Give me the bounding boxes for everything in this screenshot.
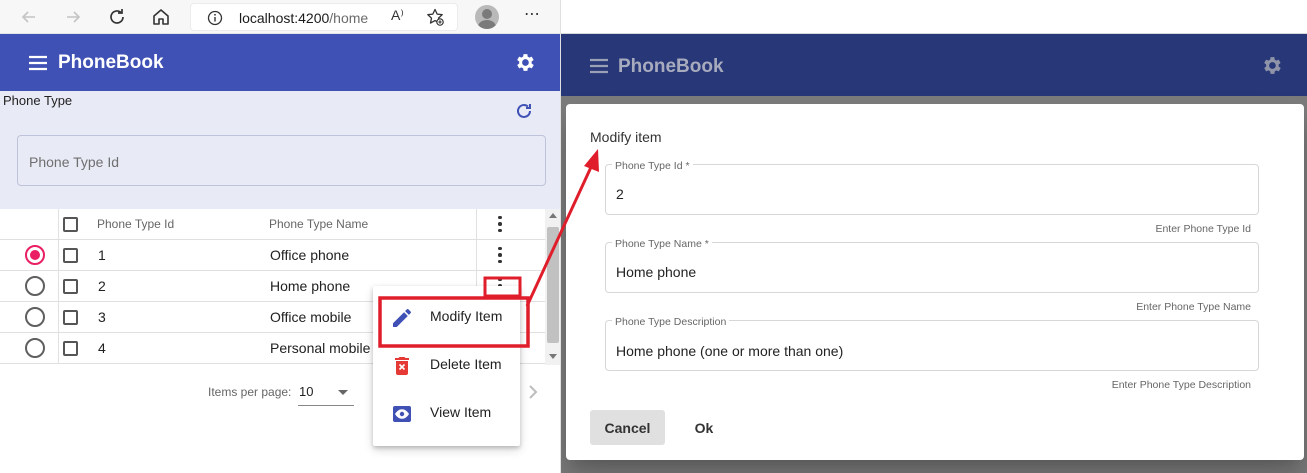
header-more-icon[interactable] [493, 215, 507, 233]
back-arrow-icon[interactable] [16, 4, 42, 30]
row-context-menu: Modify Item Delete Item View Item [373, 286, 520, 446]
cell-name: Office mobile [270, 309, 352, 325]
more-menu-icon[interactable]: ⋯ [524, 4, 541, 24]
favorites-star-icon[interactable] [422, 4, 448, 30]
field-hint: Enter Phone Type Id [1155, 223, 1251, 235]
row-checkbox[interactable] [63, 247, 78, 263]
field-hint: Enter Phone Type Name [1136, 301, 1251, 313]
items-per-page-select[interactable]: 10 [298, 378, 354, 406]
scroll-thumb[interactable] [547, 227, 559, 343]
row-radio[interactable] [25, 307, 45, 327]
cell-name: Home phone [270, 278, 351, 294]
row-checkbox[interactable] [63, 340, 78, 356]
items-per-page-value: 10 [299, 384, 314, 399]
right-pane-app-window: PhoneBook Modify item Phone Type Id * 2 … [561, 0, 1307, 473]
app-title: PhoneBook [58, 52, 164, 73]
field-value[interactable]: 2 [616, 186, 624, 202]
field-value[interactable]: Home phone [616, 264, 696, 280]
field-label: Phone Type Name * [612, 238, 712, 250]
app-toolbar: PhoneBook [0, 34, 560, 91]
row-checkbox[interactable] [63, 309, 78, 325]
table-scrollbar[interactable] [545, 209, 560, 365]
left-pane-app-window: localhost:4200/home A⁾ ⋯ PhoneBook Phone… [0, 0, 561, 473]
menu-item-label: Modify Item [430, 308, 503, 324]
menu-item-modify[interactable]: Modify Item [373, 293, 520, 341]
cell-name: Personal mobile [270, 340, 371, 356]
search-input-placeholder: Phone Type Id [29, 154, 120, 170]
profile-avatar-icon[interactable] [475, 5, 499, 29]
trash-icon [390, 354, 414, 378]
scroll-up-icon[interactable] [549, 213, 557, 218]
menu-item-label: Delete Item [430, 356, 502, 372]
field-label: Phone Type Id * [612, 160, 693, 172]
refresh-icon[interactable] [514, 101, 534, 126]
cell-id: 1 [98, 247, 106, 263]
dropdown-caret-icon [338, 390, 348, 395]
url-host: localhost:4200 [239, 10, 330, 26]
forward-arrow-icon[interactable] [60, 4, 86, 30]
table-row[interactable]: 1 Office phone [0, 240, 545, 271]
cell-id: 4 [98, 340, 106, 356]
phone-type-id-field[interactable]: Phone Type Id * 2 [605, 160, 1259, 215]
phone-type-description-field[interactable]: Phone Type Description Home phone (one o… [605, 316, 1259, 371]
table-header-row: Phone Type Id Phone Type Name [0, 209, 545, 240]
url-path: /home [329, 10, 369, 26]
dialog-title: Modify item [590, 129, 662, 145]
column-header-id[interactable]: Phone Type Id [97, 209, 174, 239]
hamburger-menu-icon [589, 58, 609, 79]
row-radio[interactable] [25, 338, 45, 358]
url-text[interactable]: localhost:4200/home [239, 10, 368, 26]
browser-toolbar: localhost:4200/home A⁾ ⋯ [0, 0, 560, 34]
info-icon[interactable] [207, 10, 223, 31]
select-all-checkbox[interactable] [63, 216, 78, 232]
read-aloud-icon[interactable]: A⁾ [391, 7, 404, 24]
field-value[interactable]: Home phone (one or more than one) [616, 343, 843, 359]
row-checkbox[interactable] [63, 278, 78, 294]
row-radio[interactable] [25, 276, 45, 296]
column-header-name[interactable]: Phone Type Name [269, 209, 368, 239]
cancel-button[interactable]: Cancel [590, 410, 665, 445]
ok-button[interactable]: Ok [684, 410, 724, 445]
field-label: Phone Type Description [612, 316, 730, 328]
home-icon[interactable] [148, 4, 174, 30]
app-toolbar-dimmed: PhoneBook [561, 34, 1307, 96]
phone-type-id-search-input[interactable]: Phone Type Id [17, 135, 546, 186]
cell-id: 2 [98, 278, 106, 294]
address-bar[interactable]: localhost:4200/home [190, 3, 458, 31]
hamburger-menu-icon[interactable] [28, 55, 48, 76]
menu-item-delete[interactable]: Delete Item [373, 341, 520, 389]
items-per-page-label: Items per page: [208, 385, 292, 399]
modify-item-dialog: Modify item Phone Type Id * 2 Enter Phon… [566, 104, 1304, 460]
next-page-chevron-icon[interactable] [528, 384, 538, 405]
app-title-dimmed: PhoneBook [618, 56, 724, 77]
phone-type-name-field[interactable]: Phone Type Name * Home phone [605, 238, 1259, 293]
field-hint: Enter Phone Type Description [1111, 379, 1251, 391]
filter-panel-title: Phone Type [3, 93, 73, 108]
eye-icon [390, 402, 414, 426]
row-more-icon[interactable] [493, 246, 507, 264]
scroll-down-icon[interactable] [549, 354, 557, 359]
refresh-icon[interactable] [104, 4, 130, 30]
window-top-strip [561, 0, 1307, 34]
pencil-icon [390, 306, 414, 330]
filter-panel: Phone Type Phone Type Id [0, 91, 560, 209]
settings-gear-icon[interactable] [513, 51, 536, 79]
cell-name: Office phone [270, 247, 350, 263]
settings-gear-icon [1260, 54, 1283, 82]
menu-item-view[interactable]: View Item [373, 389, 520, 437]
menu-item-label: View Item [430, 404, 492, 420]
cell-id: 3 [98, 309, 106, 325]
row-radio-selected[interactable] [25, 245, 45, 265]
